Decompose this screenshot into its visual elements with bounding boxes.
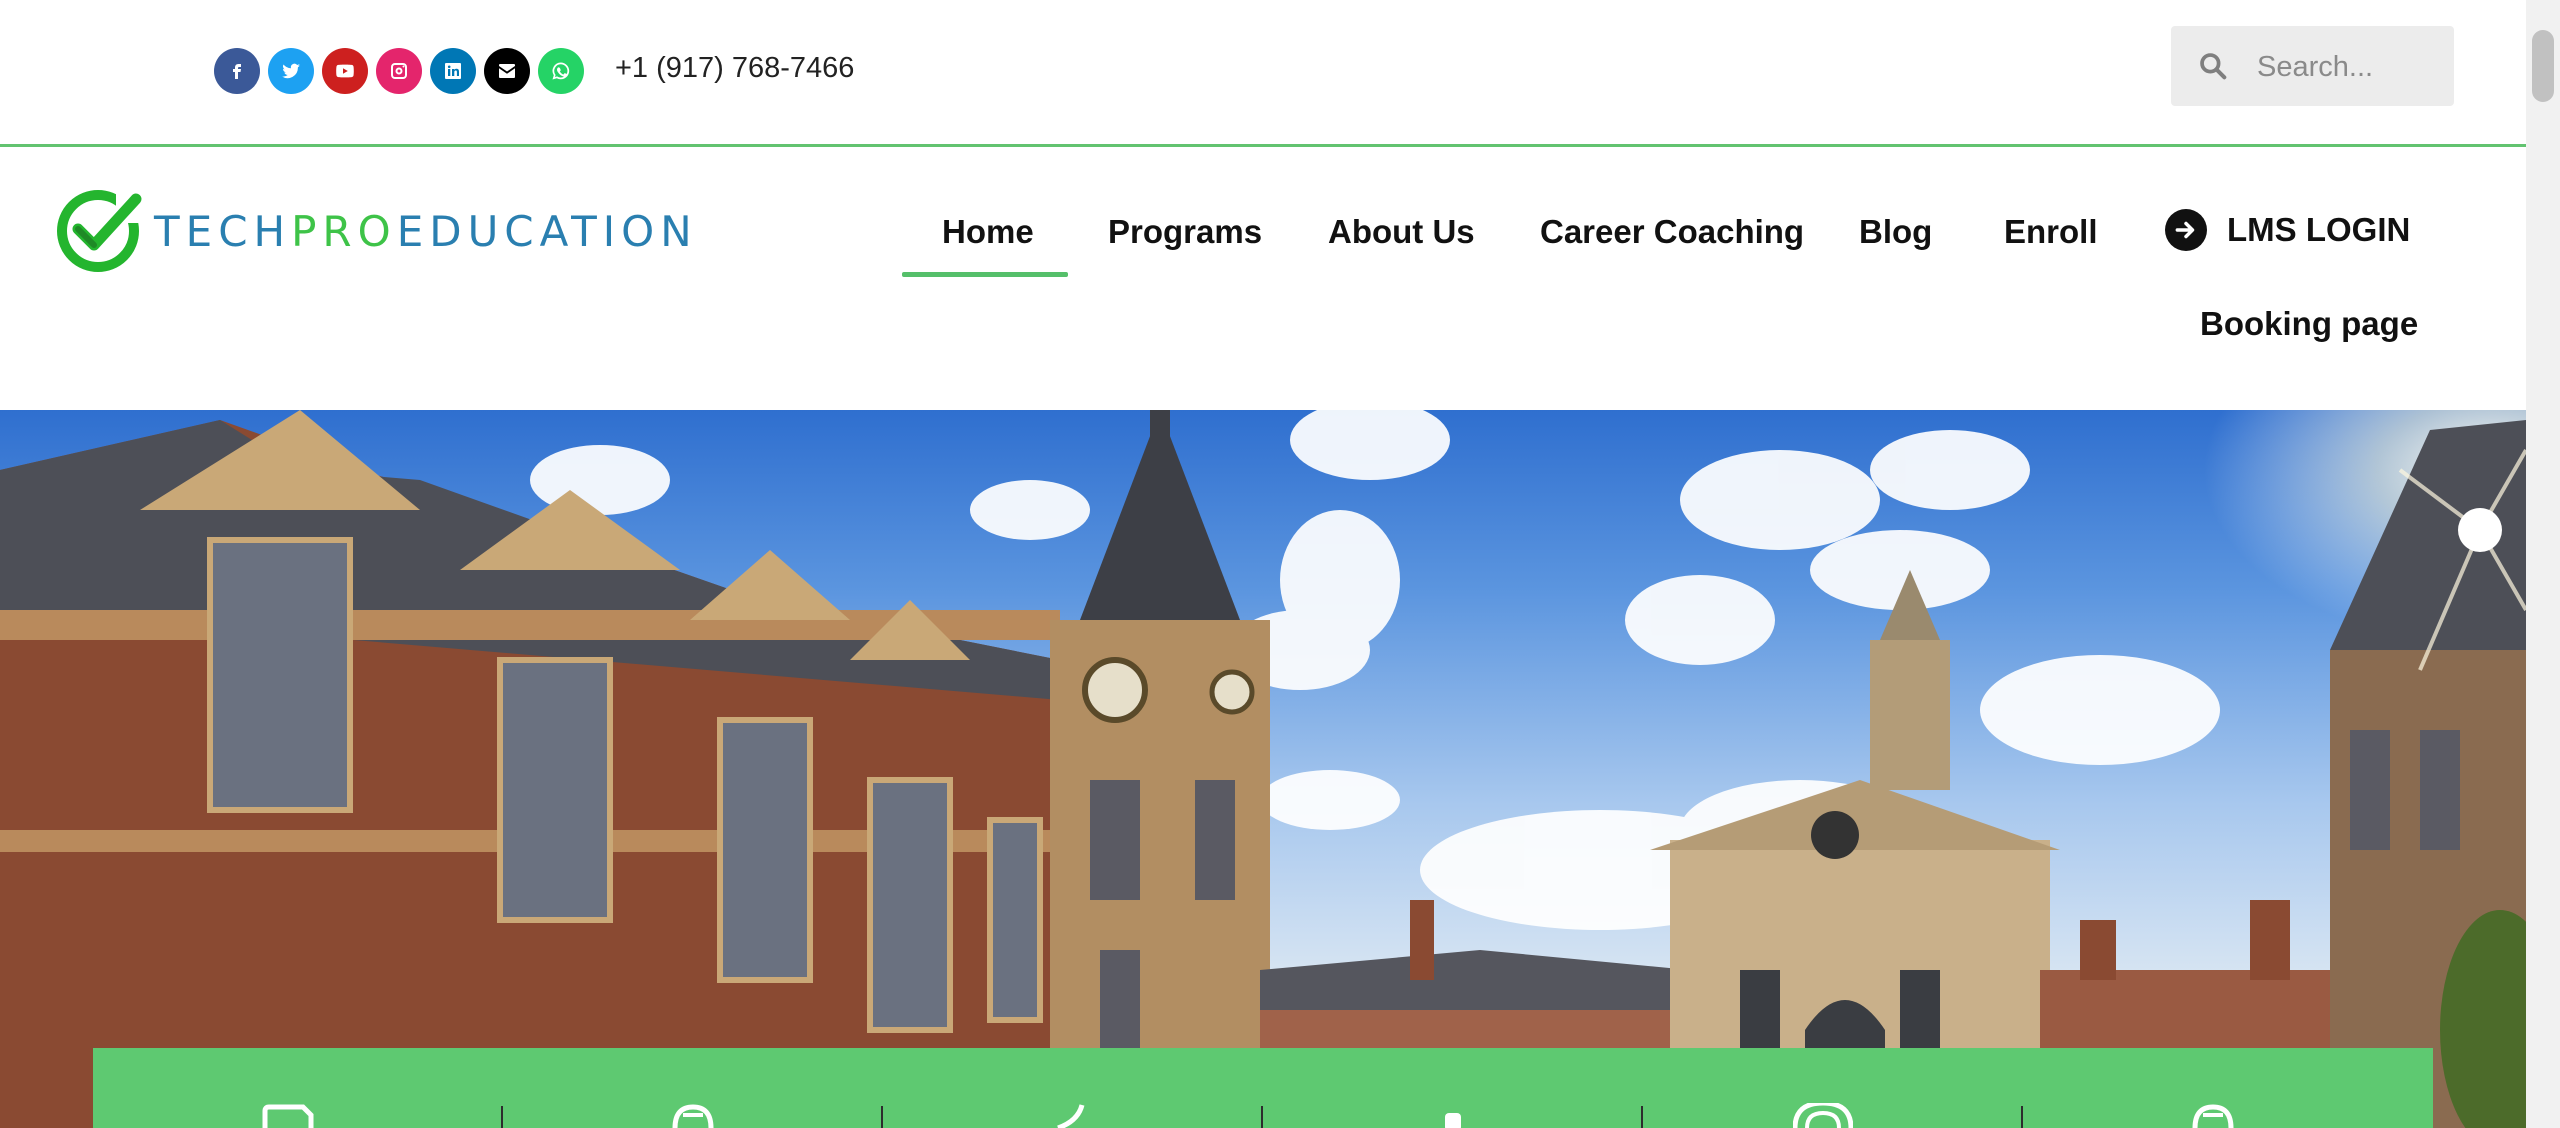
globe-icon — [2192, 1104, 2234, 1128]
site-header: TECHPROEDUCATION Home Programs About Us … — [0, 147, 2526, 410]
nav-item-booking-page[interactable]: Booking page — [2200, 305, 2418, 343]
nav-item-programs[interactable]: Programs — [1108, 213, 1262, 251]
logo-text-education: EDUCATION — [396, 206, 698, 256]
twitter-icon[interactable] — [268, 48, 314, 94]
feature-divider — [1641, 1106, 1643, 1128]
feature-bar — [93, 1048, 2433, 1128]
nav-item-home[interactable]: Home — [942, 213, 1034, 251]
checkmark-logo-icon — [57, 190, 146, 272]
feature-divider — [2021, 1106, 2023, 1128]
envelope-icon[interactable] — [484, 48, 530, 94]
search-input[interactable] — [2255, 40, 2444, 94]
top-bar: +1 (917) 768-7466 — [0, 0, 2526, 147]
facebook-icon[interactable] — [214, 48, 260, 94]
scrollbar-thumb[interactable] — [2532, 30, 2554, 102]
nav-item-blog[interactable]: Blog — [1859, 213, 1932, 251]
hero-banner — [0, 410, 2526, 1128]
lms-login-label: LMS LOGIN — [2227, 211, 2411, 248]
college-campus-photo — [0, 410, 2526, 1128]
search-icon[interactable] — [2197, 50, 2229, 82]
logo-wordmark: TECHPROEDUCATION — [154, 207, 698, 256]
social-links — [214, 48, 584, 94]
nav-item-enroll[interactable]: Enroll — [2004, 213, 2098, 251]
logo-text-pro: PRO — [291, 206, 397, 256]
nav-item-about-us[interactable]: About Us — [1328, 213, 1475, 251]
page-scrollbar[interactable] — [2526, 0, 2560, 1128]
book-icon — [262, 1104, 314, 1128]
youtube-icon[interactable] — [322, 48, 368, 94]
linkedin-icon[interactable] — [430, 48, 476, 94]
feature-divider — [501, 1106, 503, 1128]
compass-icon — [1793, 1103, 1853, 1128]
feature-divider — [881, 1106, 883, 1128]
lms-login-button[interactable]: LMS LOGIN — [2165, 209, 2410, 251]
instagram-icon[interactable] — [376, 48, 422, 94]
logo-text-tech: TECH — [154, 206, 292, 256]
search-box — [2171, 26, 2454, 106]
site-logo[interactable]: TECHPROEDUCATION — [54, 185, 698, 277]
feature-divider — [1261, 1106, 1263, 1128]
nav-active-indicator — [902, 272, 1068, 277]
phone-number[interactable]: +1 (917) 768-7466 — [615, 52, 854, 85]
arrow-right-circle-icon — [2165, 209, 2207, 251]
whatsapp-icon[interactable] — [538, 48, 584, 94]
globe-icon — [672, 1104, 714, 1128]
mobile-icon — [1445, 1113, 1461, 1128]
nav-item-career-coaching[interactable]: Career Coaching — [1540, 213, 1804, 251]
quill-icon — [1057, 1104, 1085, 1128]
